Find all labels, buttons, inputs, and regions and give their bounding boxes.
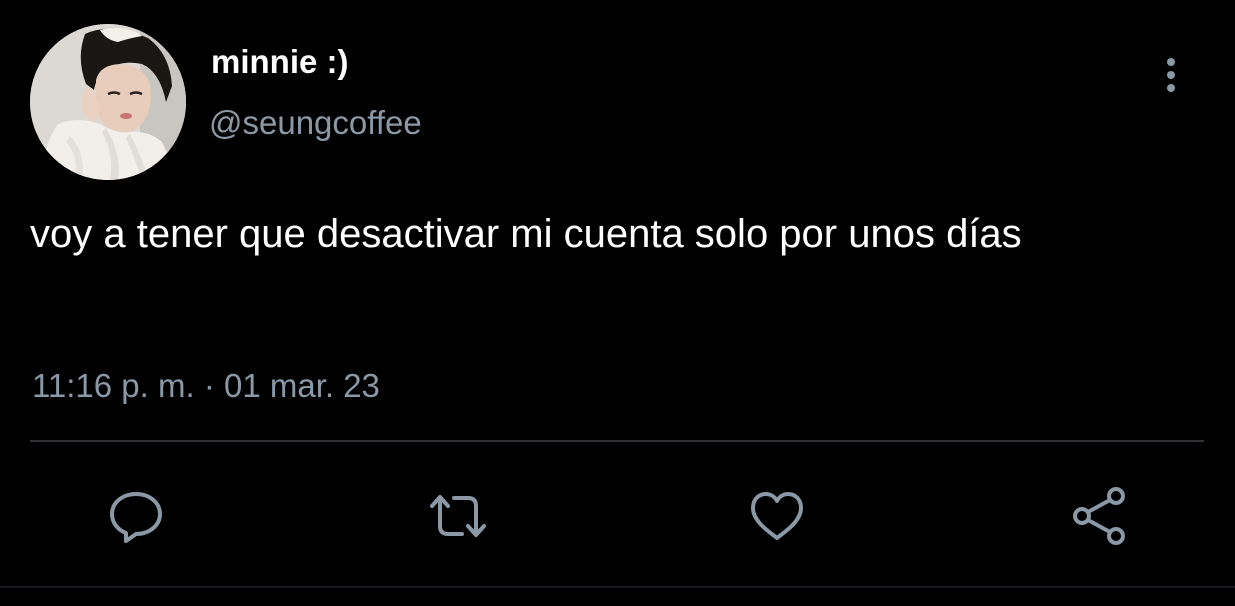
reply-icon — [110, 492, 162, 543]
share-button[interactable] — [1068, 484, 1132, 548]
heart-icon — [751, 492, 803, 540]
retweet-icon — [430, 495, 486, 537]
more-vertical-icon — [1167, 58, 1175, 92]
tweet-card: minnie :) @seungcoffee voy a tener que d… — [0, 0, 1235, 606]
author-handle[interactable]: @seungcoffee — [209, 103, 422, 143]
retweet-button[interactable] — [426, 484, 490, 548]
bottom-divider — [0, 586, 1235, 588]
share-icon — [1073, 487, 1125, 545]
author-display-name[interactable]: minnie :) — [211, 42, 349, 82]
tweet-timestamp[interactable]: 11:16 p. m. · 01 mar. 23 — [32, 366, 380, 406]
more-options-button[interactable] — [1154, 52, 1188, 98]
reply-button[interactable] — [104, 484, 168, 548]
avatar[interactable] — [30, 24, 186, 180]
tweet-text: voy a tener que desactivar mi cuenta sol… — [30, 212, 1022, 256]
like-button[interactable] — [745, 484, 809, 548]
avatar-photo — [30, 24, 186, 180]
divider — [30, 440, 1204, 442]
